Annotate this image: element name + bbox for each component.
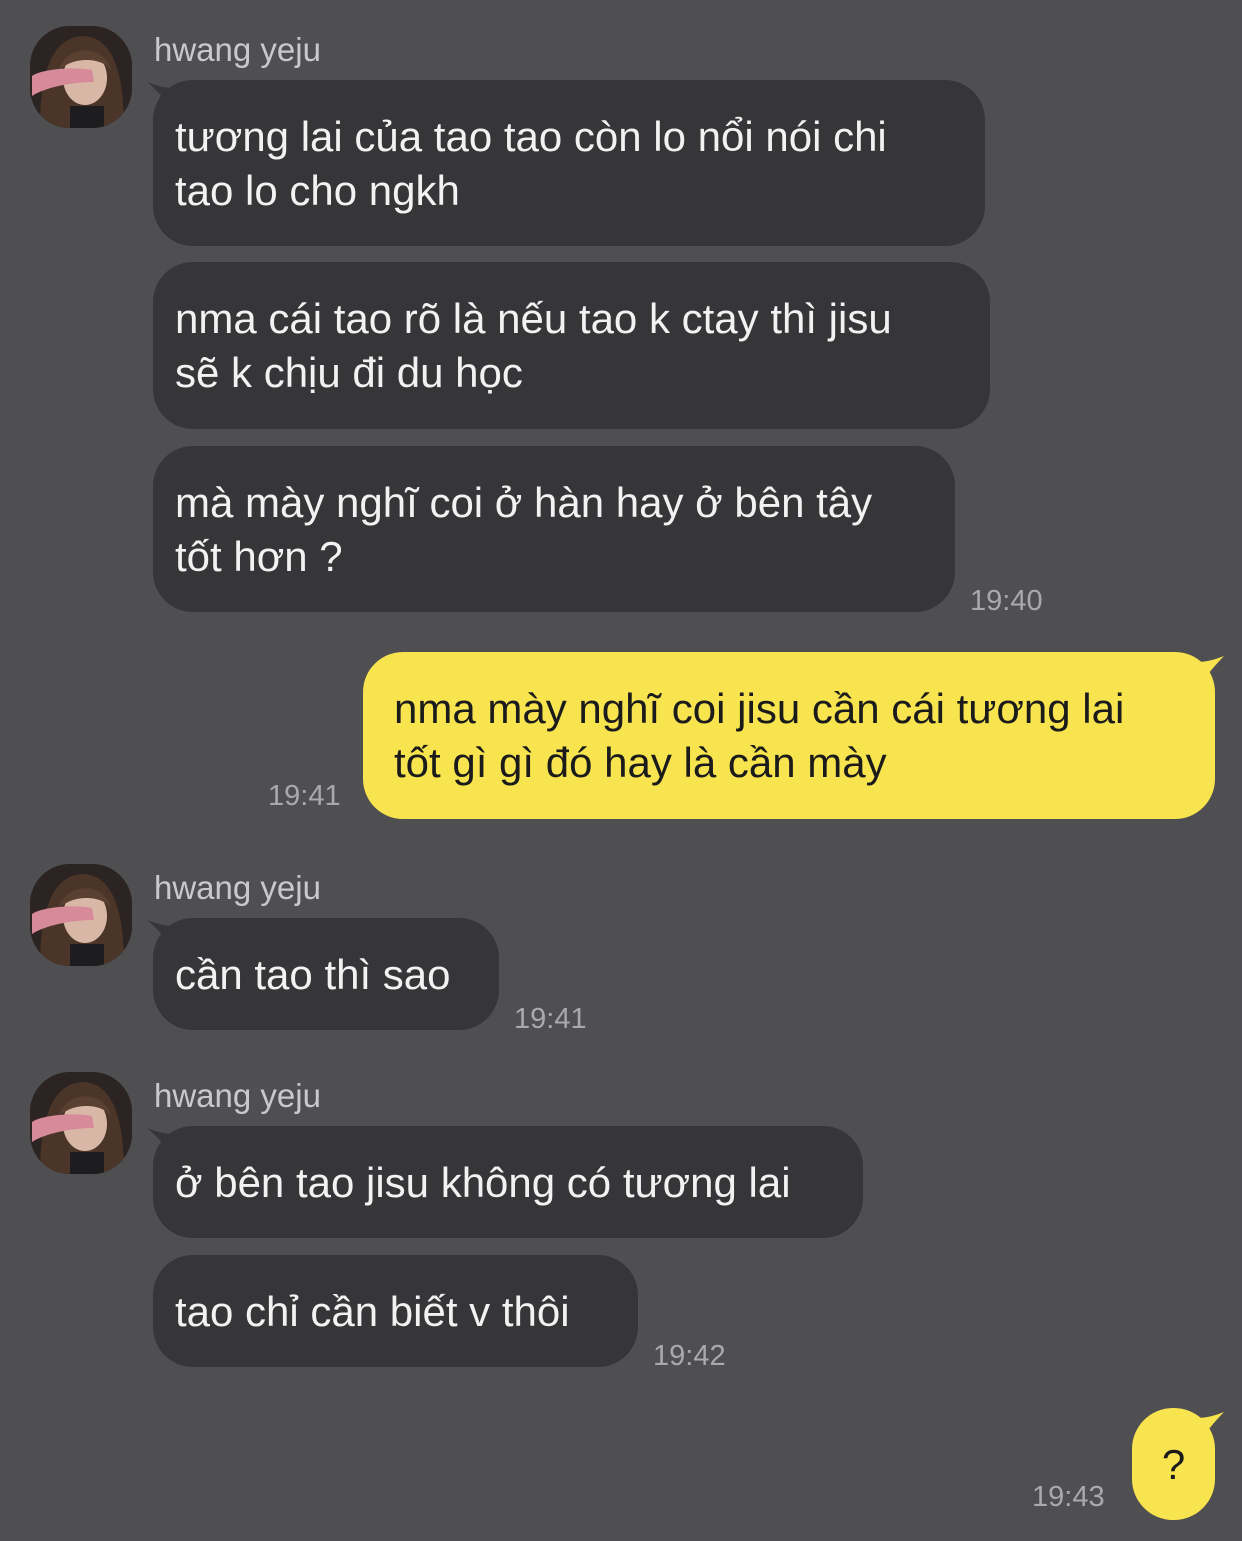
message-bubble[interactable]: cần tao thì sao bbox=[153, 918, 499, 1030]
message-timestamp: 19:42 bbox=[653, 1340, 726, 1372]
message-bubble[interactable]: nma cái tao rõ là nếu tao k ctay thì jis… bbox=[153, 262, 990, 429]
sender-name: hwang yeju bbox=[154, 1077, 321, 1114]
message-text: tương lai của tao tao còn lo nổi nói chi… bbox=[175, 113, 887, 214]
avatar-photo-icon bbox=[30, 864, 132, 966]
message-text: mà mày nghĩ coi ở hàn hay ở bên tây tốt … bbox=[175, 479, 873, 580]
message-timestamp: 19:40 bbox=[970, 585, 1043, 617]
message-bubble[interactable]: ở bên tao jisu không có tương lai bbox=[153, 1126, 863, 1238]
message-bubble[interactable]: mà mày nghĩ coi ở hàn hay ở bên tây tốt … bbox=[153, 446, 955, 612]
message-bubble[interactable]: nma mày nghĩ coi jisu cần cái tương lai … bbox=[363, 652, 1215, 819]
sender-name: hwang yeju bbox=[154, 869, 321, 906]
message-text: tao chỉ cần biết v thôi bbox=[175, 1288, 570, 1335]
sender-name: hwang yeju bbox=[154, 31, 321, 68]
avatar-photo-icon bbox=[30, 26, 132, 128]
contact-avatar[interactable] bbox=[30, 1072, 132, 1174]
contact-avatar[interactable] bbox=[30, 864, 132, 966]
contact-avatar[interactable] bbox=[30, 26, 132, 128]
message-timestamp: 19:43 bbox=[1032, 1481, 1105, 1513]
bubble-tail bbox=[1196, 1412, 1224, 1440]
message-bubble[interactable]: tương lai của tao tao còn lo nổi nói chi… bbox=[153, 80, 985, 246]
message-timestamp: 19:41 bbox=[514, 1003, 587, 1035]
message-bubble[interactable]: tao chỉ cần biết v thôi bbox=[153, 1255, 638, 1367]
message-text: ở bên tao jisu không có tương lai bbox=[175, 1159, 791, 1206]
message-text: nma cái tao rõ là nếu tao k ctay thì jis… bbox=[175, 295, 892, 396]
avatar-photo-icon bbox=[30, 1072, 132, 1174]
message-text: ? bbox=[1161, 1441, 1186, 1488]
message-text: cần tao thì sao bbox=[175, 951, 451, 998]
message-text: nma mày nghĩ coi jisu cần cái tương lai … bbox=[394, 685, 1125, 786]
message-timestamp: 19:41 bbox=[268, 780, 341, 812]
bubble-tail bbox=[1196, 656, 1224, 684]
